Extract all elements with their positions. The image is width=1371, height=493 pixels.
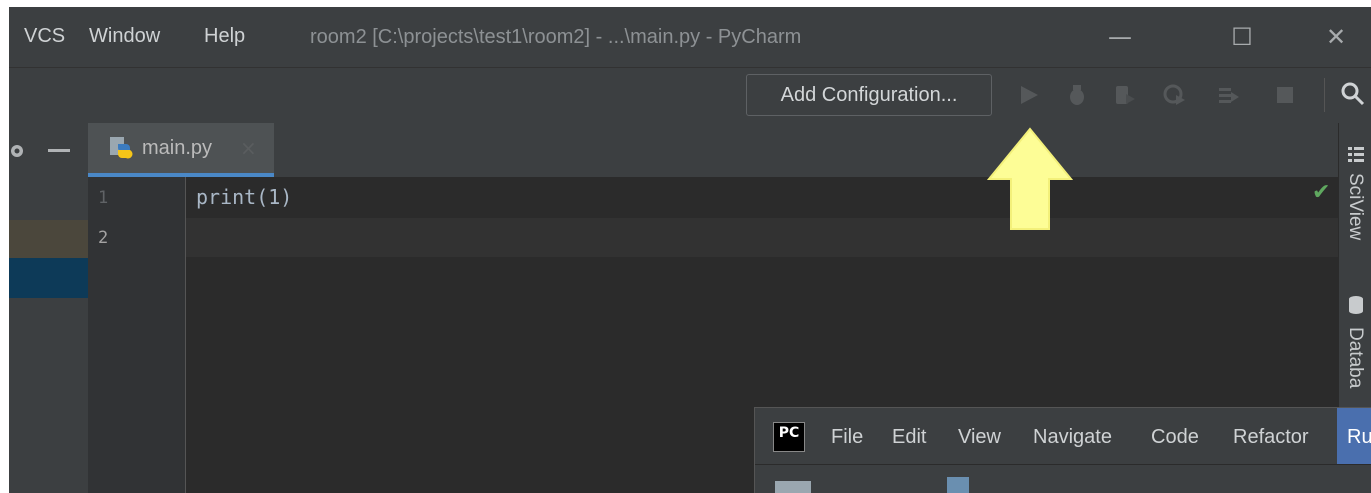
inspection-ok-icon: ✔	[1312, 180, 1331, 205]
line-number: 1	[98, 188, 109, 208]
tab-main-py[interactable]: main.py ×	[88, 123, 274, 177]
hide-icon[interactable]	[48, 149, 70, 152]
overlay-pycharm-window: PC File Edit View Navigate Code Refactor…	[754, 407, 1371, 493]
current-line-highlight	[186, 218, 1338, 257]
python-file-icon	[947, 477, 969, 493]
sciview-icon	[1348, 147, 1364, 162]
editor-tab-row: main.py ×	[0, 123, 1338, 178]
folder-icon	[775, 481, 811, 493]
overlay-menu-view[interactable]: View	[958, 426, 1001, 449]
debug-icon[interactable]	[1064, 82, 1090, 108]
tab-close-icon[interactable]: ×	[240, 136, 257, 160]
run-icon[interactable]	[1016, 82, 1042, 108]
menu-window[interactable]: Window	[89, 25, 160, 51]
concurrency-icon[interactable]	[1216, 82, 1242, 108]
overlay-menu-run-label: Ru	[1347, 426, 1371, 448]
pycharm-window: VCS Window Help room2 [C:\projects\test1…	[0, 0, 1371, 493]
project-tree-item-selected[interactable]	[0, 258, 88, 298]
sciview-tab[interactable]: SciView	[1344, 173, 1366, 240]
toolbar: Add Configuration...	[0, 67, 1371, 124]
window-title: room2 [C:\projects\test1\room2] - ...\ma…	[310, 26, 802, 48]
line-number: 2	[98, 228, 109, 248]
overlay-menu-file[interactable]: File	[831, 426, 863, 449]
up-arrow-annotation	[987, 127, 1073, 230]
overlay-menu-run[interactable]: Ru	[1337, 408, 1371, 464]
line-number-gutter: 1 2	[88, 177, 186, 493]
python-file-icon	[110, 137, 133, 159]
menu-vcs[interactable]: VCS	[24, 25, 65, 51]
overlay-menu-refactor[interactable]: Refactor	[1233, 426, 1309, 449]
pycharm-logo-icon: PC	[773, 422, 805, 452]
database-icon	[1349, 296, 1363, 314]
overlay-menu-edit[interactable]: Edit	[892, 426, 926, 449]
search-icon[interactable]	[1340, 81, 1366, 107]
profile-icon[interactable]	[1162, 82, 1188, 108]
maximize-button[interactable]: ☐	[1222, 21, 1262, 53]
minimize-button[interactable]: —	[1100, 21, 1140, 53]
menu-help[interactable]: Help	[204, 25, 245, 51]
add-configuration-button[interactable]: Add Configuration...	[746, 74, 992, 116]
toolbar-separator	[1324, 78, 1325, 112]
database-tab[interactable]: Databa	[1344, 327, 1366, 388]
code-line[interactable]: print(1)	[196, 185, 292, 209]
overlay-menu-navigate[interactable]: Navigate	[1033, 426, 1112, 449]
tab-label: main.py	[142, 137, 213, 159]
stop-icon[interactable]	[1272, 82, 1298, 108]
run-with-coverage-icon[interactable]	[1112, 82, 1138, 108]
overlay-breadcrumb-bar	[755, 464, 1371, 493]
screenshot-border	[0, 0, 9, 493]
overlay-menu-code[interactable]: Code	[1151, 426, 1199, 449]
close-button[interactable]: ✕	[1316, 21, 1356, 53]
title-bar: VCS Window Help room2 [C:\projects\test1…	[0, 7, 1371, 67]
gear-icon[interactable]	[6, 140, 28, 162]
project-tree-item[interactable]	[0, 220, 88, 258]
screenshot-border	[0, 0, 1371, 7]
